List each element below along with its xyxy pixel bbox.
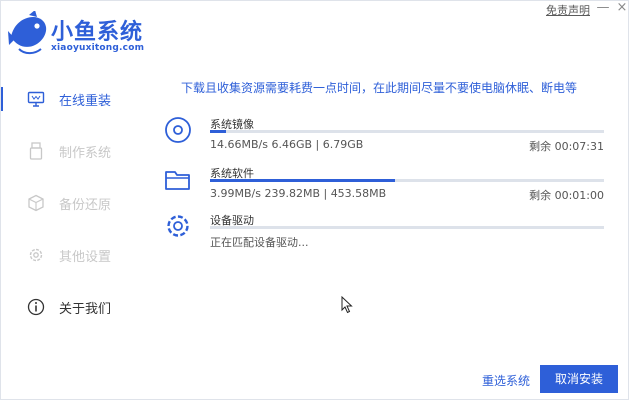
disclaimer-link[interactable]: 免责声明 xyxy=(546,2,590,18)
progress-fill xyxy=(210,179,396,182)
sidebar-item-label: 备份还原 xyxy=(59,198,112,213)
sidebar-item-backup-restore[interactable]: 备份还原 xyxy=(1,177,141,229)
sidebar-item-label: 关于我们 xyxy=(59,302,112,317)
progress-track xyxy=(210,130,604,133)
progress-track xyxy=(210,226,604,229)
logo: 小鱼系统 xiaoyuxitong.com xyxy=(7,11,167,59)
sidebar: 在线重装 制作系统 备份还原 其他设置 关于我们 xyxy=(1,73,141,363)
task-stats: 3.99MB/s 239.82MB | 453.58MB xyxy=(210,187,387,200)
logo-subtitle: xiaoyuxitong.com xyxy=(51,43,145,53)
task-remaining: 剩余 00:01:00 xyxy=(529,189,604,202)
reselect-system-link[interactable]: 重选系统 xyxy=(482,372,530,389)
task-system-software: 系统软件 3.99MB/s 239.82MB | 453.58MB 剩余 00:… xyxy=(161,164,611,216)
task-status: 正在匹配设备驱动... xyxy=(210,236,309,249)
sidebar-item-make-system[interactable]: 制作系统 xyxy=(1,125,141,177)
progress-fill xyxy=(210,130,226,133)
monitor-icon xyxy=(27,91,45,107)
sidebar-item-label: 其他设置 xyxy=(59,250,112,265)
info-icon xyxy=(27,298,45,316)
installer-window: 小鱼系统 xiaoyuxitong.com 免责声明 — × 在线重装 制作系统 xyxy=(0,0,629,400)
task-stats: 14.66MB/s 6.46GB | 6.79GB xyxy=(210,138,364,151)
usb-drive-icon xyxy=(29,142,43,160)
sidebar-item-online-reinstall[interactable]: 在线重装 xyxy=(1,73,141,125)
progress-track xyxy=(210,179,604,182)
folder-icon xyxy=(165,171,190,190)
fish-logo-icon xyxy=(8,11,47,55)
task-system-image: 系统镜像 14.66MB/s 6.46GB | 6.79GB 剩余 00:07:… xyxy=(161,115,611,167)
sidebar-item-about-us[interactable]: 关于我们 xyxy=(1,281,141,333)
sidebar-item-label: 在线重装 xyxy=(59,94,112,109)
minimize-button[interactable]: — xyxy=(593,1,613,17)
cancel-install-button[interactable]: 取消安装 xyxy=(540,365,618,393)
close-button[interactable]: × xyxy=(612,1,629,17)
task-device-drivers: 设备驱动 正在匹配设备驱动... xyxy=(161,211,611,263)
download-notice: 下载且收集资源需要耗费一点时间，在此期间尽量不要使电脑休眠、断电等 xyxy=(181,81,578,95)
logo-title: 小鱼系统 xyxy=(51,20,144,45)
sidebar-item-other-settings[interactable]: 其他设置 xyxy=(1,229,141,281)
task-remaining: 剩余 00:07:31 xyxy=(529,140,604,153)
disc-icon xyxy=(165,117,191,143)
backup-cube-icon xyxy=(28,194,44,212)
sidebar-item-label: 制作系统 xyxy=(59,146,112,161)
gear-icon xyxy=(167,215,189,237)
mouse-cursor-icon xyxy=(341,296,353,314)
gear-icon xyxy=(29,248,43,262)
